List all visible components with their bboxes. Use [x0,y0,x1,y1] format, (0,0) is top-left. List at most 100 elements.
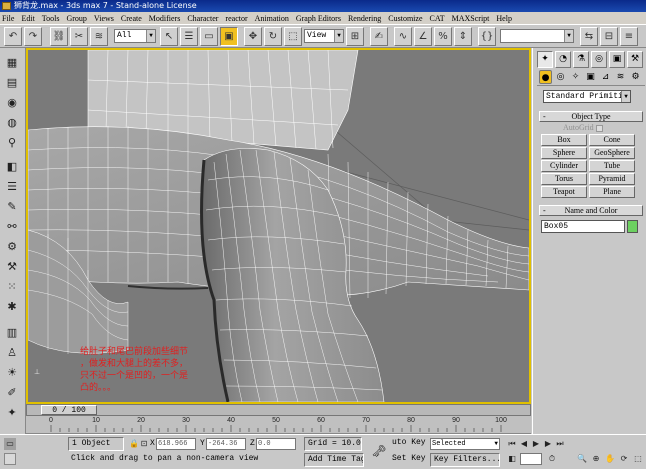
helpers-category-icon[interactable]: ⊿ [599,70,612,84]
box-tool-icon[interactable]: ◧ [3,158,21,175]
shapes-category-icon[interactable]: ◎ [554,70,567,84]
link-tool-icon[interactable]: ⚯ [3,218,21,235]
object-name-field[interactable]: Box05 [541,220,625,233]
paint-tool-icon[interactable]: ✐ [3,384,21,401]
time-slider-thumb[interactable]: 0 / 100 [41,405,97,415]
play-icon[interactable]: ▶ [530,438,542,450]
menu-tools[interactable]: Tools [42,14,60,23]
geometry-category-icon[interactable]: ● [539,70,552,84]
arc-rotate-icon[interactable]: ⟳ [618,453,630,465]
window-crossing-icon[interactable]: ▣ [220,27,238,46]
object-type-rollout[interactable]: - Object Type [539,111,643,122]
menu-group[interactable]: Group [66,14,86,23]
cylinder-button[interactable]: Cylinder [541,160,587,172]
select-and-link-icon[interactable]: ⛓ [50,27,68,46]
go-to-start-icon[interactable]: ⏮ [506,438,518,450]
teapot-button[interactable]: Teapot [541,186,587,198]
hierarchy-tab-icon[interactable]: ⚗ [573,51,589,68]
sphere-button[interactable]: Sphere [541,147,587,159]
go-to-end-icon[interactable]: ⏭ [554,438,566,450]
x-coordinate-field[interactable]: 618.966 [156,438,196,450]
stack-tool-icon[interactable]: ☰ [3,178,21,195]
modify-tab-icon[interactable]: ◔ [555,51,571,68]
cone-button[interactable]: Cone [589,134,635,146]
pivot-center-icon[interactable]: ⊞ [346,27,364,46]
motion-tab-icon[interactable]: ◎ [591,51,607,68]
reference-coord-dropdown[interactable]: View ▼ [304,29,344,43]
pan-hand-icon[interactable]: ✋ [604,453,616,465]
light-tool-icon[interactable]: ☀ [3,364,21,381]
named-selection-sets-dropdown[interactable]: ▼ [500,29,574,43]
menu-create[interactable]: Create [121,14,142,23]
puzzle-tool-icon[interactable]: ✦ [3,404,21,421]
select-and-scale-icon[interactable]: ⬚ [284,27,302,46]
columns-tool-icon[interactable]: ▥ [3,324,21,341]
menu-help[interactable]: Help [496,14,512,23]
gear-icon[interactable]: ⚙ [3,238,21,255]
menu-maxscript[interactable]: MAXScript [452,14,490,23]
key-mode-dropdown[interactable]: Selected ▼ [430,438,500,450]
z-coordinate-field[interactable]: 0.0 [256,438,296,450]
lights-category-icon[interactable]: ✧ [569,70,582,84]
time-slider[interactable]: 0 / 100 [26,404,531,416]
align-icon[interactable]: ⊟ [600,27,618,46]
geosphere-button[interactable]: GeoSphere [589,147,635,159]
utilities-tab-icon[interactable]: ⚒ [627,51,643,68]
redo-icon[interactable]: ↷ [24,27,42,46]
select-object-icon[interactable]: ↖ [160,27,178,46]
menu-reactor[interactable]: reactor [225,14,247,23]
menu-graph-editors[interactable]: Graph Editors [296,14,341,23]
maxscript-mini-icon[interactable] [4,453,16,465]
object-color-swatch[interactable] [627,220,638,233]
sphere-tool-icon[interactable]: ◉ [3,94,21,111]
systems-category-icon[interactable]: ⚙ [629,70,642,84]
unlink-icon[interactable]: ✂ [70,27,88,46]
menu-file[interactable]: File [2,14,14,23]
modify-tool-icon[interactable]: ▤ [3,74,21,91]
track-bar[interactable]: 0 10 20 30 40 50 60 70 80 90 100 [26,416,531,434]
name-and-color-rollout[interactable]: - Name and Color [539,205,643,216]
key-mode-toggle-icon[interactable]: ◧ [506,453,518,465]
maximize-viewport-icon[interactable]: ⬚ [632,453,644,465]
menu-cat[interactable]: CAT [430,14,445,23]
select-and-rotate-icon[interactable]: ↻ [264,27,282,46]
region-select-icon[interactable]: ▭ [200,27,218,46]
tube-button[interactable]: Tube [589,160,635,172]
menu-character[interactable]: Character [187,14,218,23]
perspective-viewport[interactable]: ⊥ 给肚子和尾巴前段加些细节 ，做发和大腿上的差不多， 只不过一个是凹的，一个是… [26,48,531,404]
layer-manager-icon[interactable]: ≡ [620,27,638,46]
menu-edit[interactable]: Edit [21,14,34,23]
snap-toggle-icon[interactable]: ∿ [394,27,412,46]
sparkle-tool-icon[interactable]: ✱ [3,298,21,315]
bone-tool-icon[interactable]: ⚲ [3,134,21,151]
create-tab-icon[interactable]: ✦ [537,51,553,68]
previous-frame-icon[interactable]: ◀ [518,438,530,450]
primitive-type-dropdown[interactable]: Standard Primitives ▼ [543,90,631,103]
plane-button[interactable]: Plane [589,186,635,198]
menu-modifiers[interactable]: Modifiers [149,14,181,23]
menu-views[interactable]: Views [94,14,114,23]
mirror-icon[interactable]: ⇆ [580,27,598,46]
named-selection-icon[interactable]: {} [478,27,496,46]
menu-rendering[interactable]: Rendering [348,14,381,23]
space-warps-category-icon[interactable]: ≋ [614,70,627,84]
zoom-icon[interactable]: 🔍 [576,453,588,465]
maxscript-listener-icon[interactable]: ▭ [4,438,16,450]
absolute-mode-icon[interactable]: ⊡ [138,438,150,450]
select-and-move-icon[interactable]: ✥ [244,27,262,46]
cylinder-tool-icon[interactable]: ◍ [3,114,21,131]
cameras-category-icon[interactable]: ▣ [584,70,597,84]
undo-icon[interactable]: ↶ [4,27,22,46]
autogrid-checkbox[interactable]: AutoGrid [563,123,603,132]
current-frame-field[interactable] [520,453,542,465]
manipulate-icon[interactable]: ✍ [370,27,388,46]
figure-tool-icon[interactable]: ♙ [3,344,21,361]
box-button[interactable]: Box [541,134,587,146]
pen-tool-icon[interactable]: ✎ [3,198,21,215]
selection-filter-dropdown[interactable]: All ▼ [114,29,156,43]
zoom-all-icon[interactable]: ⊕ [590,453,602,465]
menu-animation[interactable]: Animation [255,14,289,23]
set-key-button[interactable]: Set Key [392,453,428,467]
pyramid-button[interactable]: Pyramid [589,173,635,185]
dots-tool-icon[interactable]: ⁙ [3,278,21,295]
